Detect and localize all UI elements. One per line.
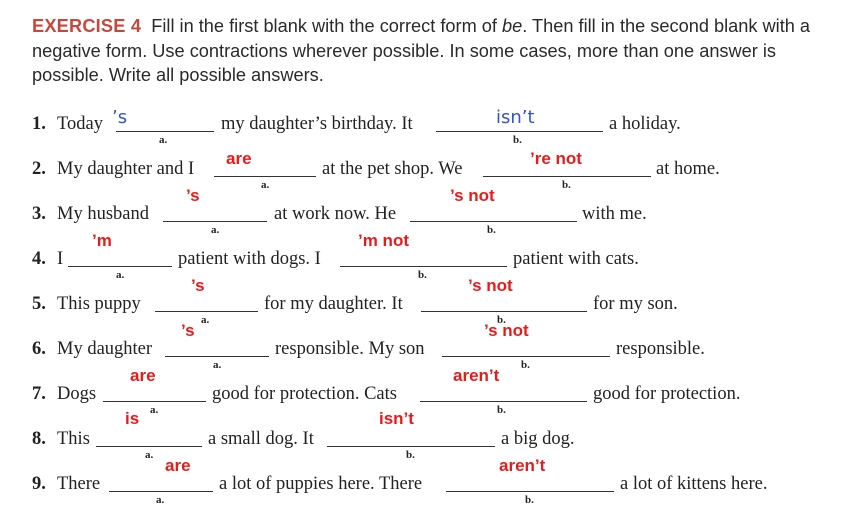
item-7-label-a: a.	[150, 404, 159, 416]
item-2-number: 2.	[32, 159, 46, 179]
item-6-blank-b[interactable]	[442, 356, 610, 357]
item-4-label-a: a.	[116, 269, 125, 281]
item-6-label-a: a.	[213, 359, 222, 371]
item-6-answer-a: ’s	[181, 321, 195, 340]
item-4-number: 4.	[32, 249, 46, 269]
item-1-label-b: b.	[513, 134, 522, 146]
item-2-text-end: at home.	[656, 159, 720, 179]
item-5-text-start: This puppy	[57, 294, 141, 314]
item-9-answer-a: are	[165, 456, 191, 475]
item-2-text-start: My daughter and I	[57, 159, 195, 179]
item-6-blank-a[interactable]	[165, 356, 269, 357]
item-2-label-a: a.	[261, 179, 270, 191]
item-7-blank-b[interactable]	[420, 401, 587, 402]
item-8-label-b: b.	[406, 449, 415, 461]
item-6-text-start: My daughter	[57, 339, 153, 359]
item-9-text-start: There	[57, 474, 101, 494]
item-2-blank-a[interactable]	[214, 176, 316, 177]
item-3-answer-a: ’s	[186, 186, 200, 205]
item-6-text-middle: responsible. My son	[275, 339, 425, 359]
item-2-label-b: b.	[562, 179, 571, 191]
item-2-blank-b[interactable]	[483, 176, 651, 177]
item-1-blank-a[interactable]	[116, 131, 214, 132]
item-3-text-middle: at work now. He	[274, 204, 397, 224]
item-5-text-end: for my son.	[593, 294, 678, 314]
item-1-blank-b[interactable]	[436, 131, 603, 132]
item-8-number: 8.	[32, 429, 46, 449]
item-5-number: 5.	[32, 294, 46, 314]
item-3-number: 3.	[32, 204, 46, 224]
item-4-blank-a[interactable]	[68, 266, 172, 267]
item-3-answer-b: ’s not	[450, 186, 495, 205]
item-3-label-a: a.	[211, 224, 220, 236]
item-4-text-middle: patient with dogs. I	[178, 249, 321, 269]
item-4-answer-b: ’m not	[358, 231, 409, 250]
item-8-blank-b[interactable]	[327, 446, 495, 447]
item-3-blank-b[interactable]	[410, 221, 577, 222]
item-9-blank-a[interactable]	[109, 491, 213, 492]
item-8-text-start: This	[57, 429, 90, 449]
item-8-blank-a[interactable]	[96, 446, 202, 447]
item-7-blank-a[interactable]	[103, 401, 206, 402]
item-2-text-middle: at the pet shop. We	[322, 159, 463, 179]
item-9-text-end: a lot of kittens here.	[620, 474, 768, 494]
item-7-text-middle: good for protection. Cats	[212, 384, 397, 404]
item-9-label-b: b.	[525, 494, 534, 506]
item-7-label-b: b.	[497, 404, 506, 416]
item-5-answer-b: ’s not	[468, 276, 513, 295]
item-7-answer-a: are	[130, 366, 156, 385]
item-5-blank-b[interactable]	[421, 311, 587, 312]
item-1-number: 1.	[32, 114, 46, 134]
item-9-number: 9.	[32, 474, 46, 494]
item-9-answer-b: aren’t	[499, 456, 546, 475]
item-7-number: 7.	[32, 384, 46, 404]
item-7-answer-b: aren’t	[453, 366, 500, 385]
item-7-text-start: Dogs	[57, 384, 97, 404]
instruction-be: be	[502, 16, 523, 36]
instruction-text-1: Fill in the first blank with the correct…	[151, 16, 502, 36]
item-3-text-start: My husband	[57, 204, 149, 224]
item-4-text-end: patient with cats.	[513, 249, 639, 269]
item-5-blank-a[interactable]	[155, 311, 258, 312]
item-7-text-end: good for protection.	[593, 384, 741, 404]
item-5-answer-a: ’s	[191, 276, 205, 295]
item-1-label-a: a.	[159, 134, 168, 146]
item-6-text-end: responsible.	[616, 339, 705, 359]
item-6-label-b: b.	[521, 359, 530, 371]
item-2-answer-a: are	[226, 149, 252, 168]
item-1-text-start: Today	[57, 114, 103, 134]
item-8-text-end: a big dog.	[501, 429, 575, 449]
item-1-text-middle: my daughter’s birthday. It	[221, 114, 413, 134]
item-3-label-b: b.	[487, 224, 496, 236]
item-9-text-middle: a lot of puppies here. There	[219, 474, 423, 494]
item-5-text-middle: for my daughter. It	[264, 294, 403, 314]
item-1-answer-a: ’s	[112, 107, 128, 128]
item-4-label-b: b.	[418, 269, 427, 281]
item-8-answer-a: is	[125, 409, 140, 428]
item-1-answer-b: isn’t	[496, 107, 535, 128]
item-1-text-end: a holiday.	[609, 114, 681, 134]
item-8-label-a: a.	[145, 449, 154, 461]
item-5-label-a: a.	[201, 314, 210, 326]
item-9-blank-b[interactable]	[446, 491, 614, 492]
item-3-blank-a[interactable]	[163, 221, 267, 222]
item-2-answer-b: ’re not	[530, 149, 582, 168]
exercise-label: EXERCISE 4	[32, 16, 142, 36]
item-6-number: 6.	[32, 339, 46, 359]
item-4-blank-b[interactable]	[340, 266, 507, 267]
item-8-answer-b: isn’t	[379, 409, 414, 428]
item-9-label-a: a.	[156, 494, 165, 506]
item-6-answer-b: ’s not	[484, 321, 529, 340]
item-8-text-middle: a small dog. It	[208, 429, 314, 449]
item-3-text-end: with me.	[582, 204, 647, 224]
item-4-text-start: I	[57, 249, 64, 269]
exercise-instructions: EXERCISE 4 Fill in the first blank with …	[32, 14, 832, 88]
item-4-answer-a: ’m	[92, 231, 112, 250]
